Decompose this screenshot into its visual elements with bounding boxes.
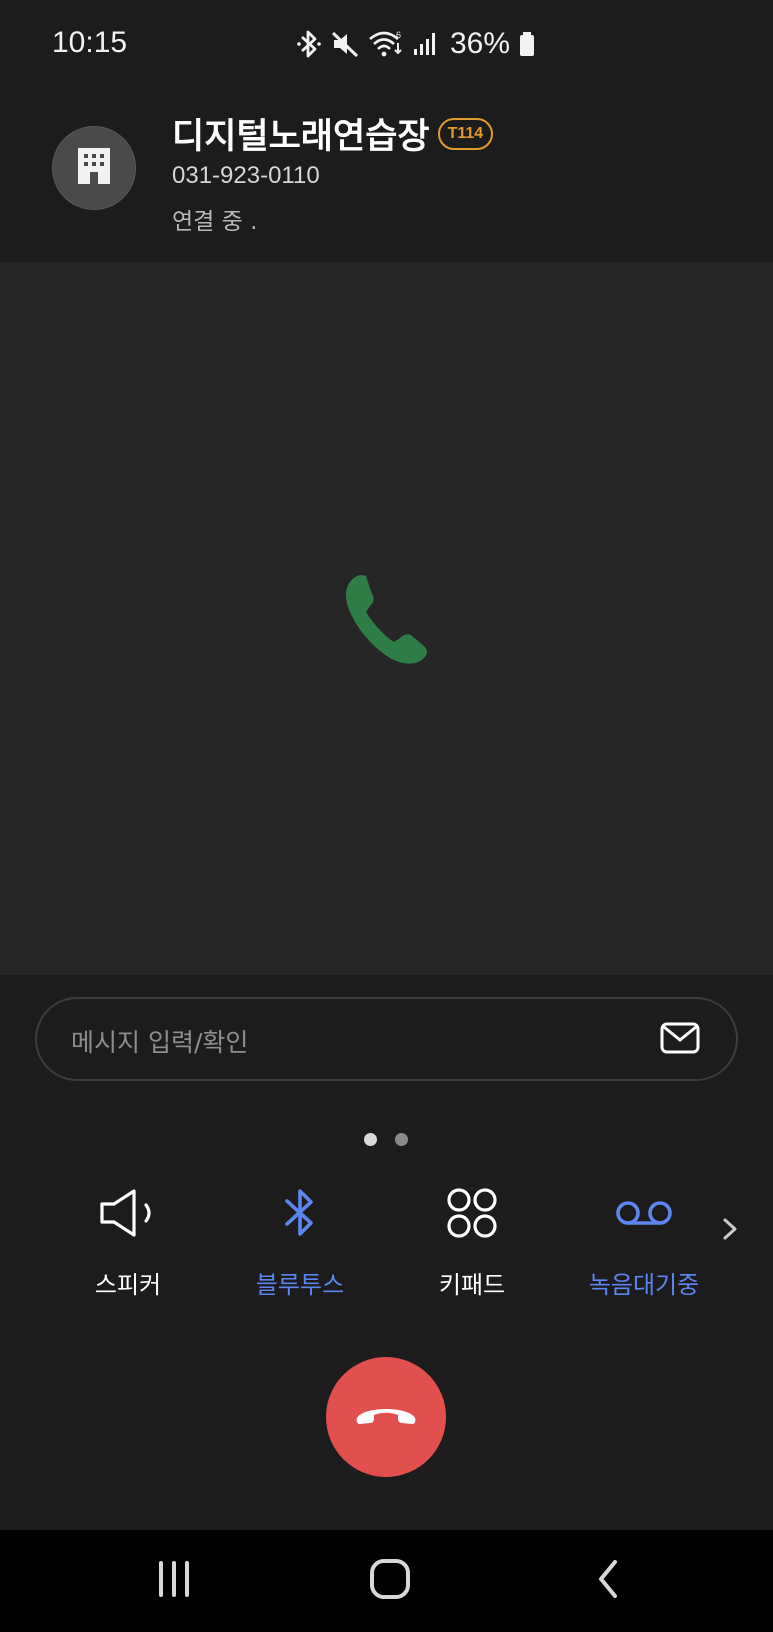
caller-name-row: 디지털노래연습장 T114 (172, 108, 494, 159)
building-icon (77, 147, 111, 189)
message-placeholder: 메시지 입력/확인 (71, 1028, 249, 1057)
back-icon (593, 1558, 623, 1604)
call-actions: 스피커 블루투스 키패드 녹음대기중 (0, 1173, 773, 1303)
bluetooth-icon (296, 29, 322, 59)
phone-icon (336, 570, 436, 670)
call-status: 연결 중 . (172, 209, 258, 235)
keypad-button[interactable]: 키패드 (392, 1173, 552, 1300)
page-dot (395, 1133, 408, 1146)
voicemail-button[interactable]: 녹음대기중 (564, 1173, 724, 1300)
speaker-button[interactable]: 스피커 (48, 1173, 208, 1300)
wifi-icon: 6 (368, 29, 404, 59)
recents-icon (154, 1559, 194, 1603)
signal-icon (412, 29, 438, 59)
avatar[interactable] (52, 126, 136, 210)
bluetooth-button[interactable]: 블루투스 (220, 1173, 380, 1300)
caller-badge: T114 (437, 117, 494, 150)
svg-text:6: 6 (396, 30, 401, 40)
home-button[interactable] (360, 1558, 420, 1604)
back-button[interactable] (578, 1558, 638, 1604)
status-icons: 6 36% (296, 22, 536, 66)
envelope-icon[interactable] (660, 1021, 700, 1057)
speaker-icon (96, 1173, 160, 1253)
bluetooth-icon (278, 1173, 322, 1253)
message-input[interactable]: 메시지 입력/확인 (35, 997, 738, 1081)
bluetooth-label: 블루투스 (255, 1271, 345, 1299)
battery-icon (518, 29, 536, 59)
battery-percent: 36% (450, 27, 511, 60)
chevron-right-icon[interactable] (718, 1213, 742, 1245)
mute-icon (330, 29, 360, 59)
keypad-label: 키패드 (438, 1271, 506, 1299)
status-bar: 10:15 6 36% (0, 0, 773, 90)
caller-name: 디지털노래연습장 (172, 117, 430, 157)
bottom-panel: 메시지 입력/확인 스피커 블루투스 키패드 녹음대기중 (0, 975, 773, 1530)
phone-hangup-icon (353, 1400, 419, 1434)
speaker-label: 스피커 (94, 1271, 162, 1299)
voicemail-icon (613, 1173, 675, 1253)
navigation-bar (0, 1530, 773, 1632)
recents-button[interactable] (144, 1558, 204, 1604)
voicemail-label: 녹음대기중 (588, 1271, 700, 1299)
page-dot-active (364, 1133, 377, 1146)
home-icon (369, 1558, 411, 1604)
page-indicator (364, 1133, 408, 1146)
status-time: 10:15 (52, 26, 128, 59)
caller-number: 031-923-0110 (172, 162, 320, 189)
end-call-button[interactable] (326, 1357, 446, 1477)
keypad-icon (445, 1173, 499, 1253)
call-area (0, 262, 773, 975)
caller-header: 디지털노래연습장 T114 031-923-0110 연결 중 . (0, 90, 773, 262)
